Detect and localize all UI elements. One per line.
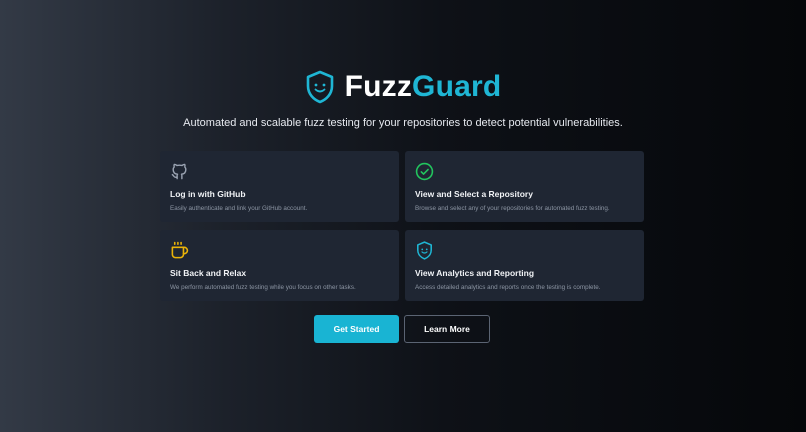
- feature-title: Sit Back and Relax: [170, 268, 247, 278]
- coffee-icon: [170, 241, 189, 260]
- tagline: Automated and scalable fuzz testing for …: [183, 117, 623, 129]
- shield-smile-icon: [415, 241, 434, 260]
- feature-title: View Analytics and Reporting: [415, 268, 535, 278]
- feature-card-analytics: View Analytics and Reporting Access deta…: [405, 230, 644, 301]
- feature-card-repository: View and Select a Repository Browse and …: [405, 151, 644, 222]
- feature-description: Access detailed analytics and reports on…: [415, 284, 601, 291]
- feature-card-github: Log in with GitHub Easily authenticate a…: [160, 151, 399, 222]
- check-circle-icon: [415, 162, 434, 181]
- brand-name: FuzzGuard: [345, 70, 502, 104]
- github-icon: [170, 162, 189, 181]
- shield-smile-icon: [305, 70, 335, 104]
- feature-description: Browse and select any of your repositori…: [415, 205, 610, 212]
- brand-logo: FuzzGuard: [0, 70, 806, 104]
- feature-description: We perform automated fuzz testing while …: [170, 284, 356, 291]
- get-started-button[interactable]: Get Started: [314, 315, 399, 343]
- learn-more-button[interactable]: Learn More: [404, 315, 490, 343]
- feature-description: Easily authenticate and link your GitHub…: [170, 205, 308, 212]
- feature-title: View and Select a Repository: [415, 189, 533, 199]
- feature-title: Log in with GitHub: [170, 189, 246, 199]
- brand-name-fuzz: Fuzz: [344, 70, 413, 103]
- feature-card-relax: Sit Back and Relax We perform automated …: [160, 230, 399, 301]
- brand-name-guard: Guard: [412, 70, 502, 103]
